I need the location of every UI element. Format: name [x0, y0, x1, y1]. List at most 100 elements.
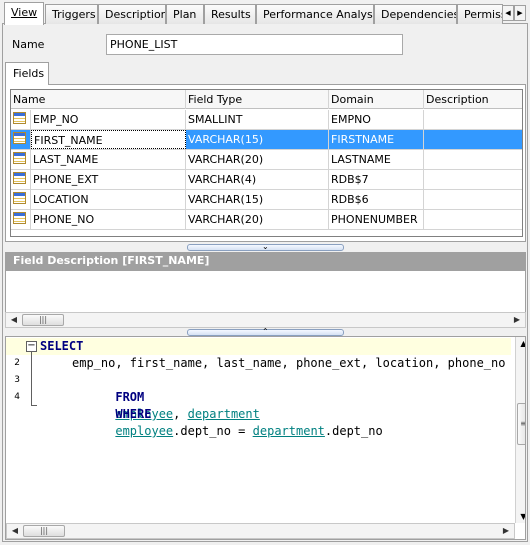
code-line[interactable]: 3 FROM employee, department — [6, 372, 511, 421]
cell-name[interactable]: FIRST_NAME — [31, 130, 186, 149]
tab-results[interactable]: Results — [204, 4, 256, 24]
cell-name[interactable]: PHONE_NO — [31, 210, 186, 229]
cell-domain[interactable]: RDB$7 — [329, 170, 424, 189]
tab-bar: View Triggers Description Plan Results P… — [2, 2, 528, 25]
scroll-thumb[interactable]: ||| — [22, 314, 64, 326]
cell-description[interactable] — [424, 150, 522, 169]
table-row[interactable]: LOCATION VARCHAR(15) RDB$6 — [11, 190, 522, 210]
tab-plan[interactable]: Plan — [166, 4, 204, 24]
row-icon-cell — [11, 150, 31, 169]
name-label-text: Name — [12, 38, 45, 51]
cell-name[interactable]: LOCATION — [31, 190, 186, 209]
tab-performance-analysis-label: Performance Analysis — [263, 8, 374, 21]
editor-splitter[interactable]: ⌃ — [187, 327, 344, 336]
tab-permissions[interactable]: Permiss — [457, 4, 503, 24]
cell-domain[interactable]: RDB$6 — [329, 190, 424, 209]
column-header-field-type-label: Field Type — [188, 93, 243, 106]
cell-domain[interactable]: EMPNO — [329, 110, 424, 129]
column-header-domain[interactable]: Domain — [329, 90, 424, 109]
sql-editor[interactable]: − SELECT 2 emp_no, first_name, last_name… — [5, 336, 526, 540]
tab-triggers[interactable]: Triggers — [45, 4, 98, 24]
column-header-description-label: Description — [426, 93, 489, 106]
cell-field-type[interactable]: VARCHAR(15) — [186, 190, 329, 209]
description-horizontal-scrollbar[interactable]: ◀ ||| ▶ — [5, 312, 526, 328]
cell-field-type[interactable]: SMALLINT — [186, 110, 329, 129]
where-employee-link[interactable]: employee — [115, 424, 173, 438]
cell-field-type[interactable]: VARCHAR(15) — [186, 130, 329, 149]
code-line[interactable]: 2 emp_no, first_name, last_name, phone_e… — [6, 355, 511, 372]
cell-description[interactable] — [424, 210, 522, 229]
row-icon-cell — [11, 190, 31, 209]
editor-horizontal-scrollbar[interactable]: ◀ ||| ▶ — [6, 523, 515, 539]
tab-performance-analysis[interactable]: Performance Analysis — [256, 4, 374, 24]
code-line[interactable]: 4 WHERE employee.dept_no = department.de… — [6, 389, 511, 438]
editor-vertical-scrollbar[interactable]: ▲ ≡ ▼ — [515, 337, 525, 523]
table-row[interactable]: LAST_NAME VARCHAR(20) LASTNAME — [11, 150, 522, 170]
table-field-icon — [13, 192, 26, 204]
cell-field-type[interactable]: VARCHAR(4) — [186, 170, 329, 189]
scroll-left-icon[interactable]: ◀ — [7, 314, 21, 326]
cell-domain[interactable]: PHONENUMBER — [329, 210, 424, 229]
cell-name[interactable]: PHONE_EXT — [31, 170, 186, 189]
row-icon-cell — [11, 170, 31, 189]
column-header-name-label: Name — [13, 93, 46, 106]
tab-scroll-left-button[interactable]: ◀ — [502, 5, 514, 21]
tab-view[interactable]: View — [4, 2, 44, 25]
where-left-column: .dept_no = — [173, 424, 253, 438]
tab-scroll-right-button[interactable]: ▶ — [514, 5, 526, 21]
cell-description[interactable] — [424, 190, 522, 209]
table-row[interactable]: PHONE_EXT VARCHAR(4) RDB$7 — [11, 170, 522, 190]
row-icon-cell — [11, 130, 31, 149]
tab-triggers-label: Triggers — [52, 8, 96, 21]
cell-description[interactable] — [424, 170, 522, 189]
cell-name[interactable]: LAST_NAME — [31, 150, 186, 169]
fields-grid: Name Field Type Domain Description EMP_N… — [10, 89, 523, 237]
cell-domain[interactable]: LASTNAME — [329, 150, 424, 169]
field-description-text[interactable] — [5, 271, 526, 312]
cell-name[interactable]: EMP_NO — [31, 110, 186, 129]
tab-dependencies-label: Dependencies — [381, 8, 457, 21]
table-row[interactable]: EMP_NO SMALLINT EMPNO — [11, 110, 522, 130]
scroll-right-icon[interactable]: ▶ — [510, 314, 524, 326]
cell-description[interactable] — [424, 130, 522, 149]
scroll-down-icon[interactable]: ▼ — [517, 512, 525, 521]
code-line[interactable]: − SELECT — [6, 338, 511, 355]
scroll-thumb[interactable]: ||| — [23, 525, 65, 537]
scroll-up-icon[interactable]: ▲ — [517, 339, 525, 348]
table-row[interactable]: PHONE_NO VARCHAR(20) PHONENUMBER — [11, 210, 522, 230]
scroll-right-icon[interactable]: ▶ — [499, 525, 513, 537]
column-header-name[interactable]: Name — [11, 90, 186, 109]
where-right-column: .dept_no — [324, 424, 383, 438]
column-header-field-type[interactable]: Field Type — [186, 90, 329, 109]
cell-domain[interactable]: FIRSTNAME — [329, 130, 424, 149]
table-field-icon — [13, 172, 26, 184]
fields-panel: Name Field Type Domain Description EMP_N… — [5, 84, 526, 242]
cell-field-type[interactable]: VARCHAR(20) — [186, 210, 329, 229]
tab-dependencies[interactable]: Dependencies — [374, 4, 457, 24]
grid-splitter[interactable]: ⌄ — [187, 242, 344, 251]
table-row[interactable]: FIRST_NAME VARCHAR(15) FIRSTNAME — [11, 130, 522, 150]
table-field-icon — [13, 212, 26, 224]
grid-header: Name Field Type Domain Description — [11, 90, 522, 109]
line-number: 4 — [14, 392, 20, 402]
where-department-link[interactable]: department — [253, 424, 325, 438]
tab-fields[interactable]: Fields — [5, 62, 49, 85]
cell-description[interactable] — [424, 110, 522, 129]
name-input[interactable] — [106, 34, 403, 55]
name-label: Name — [12, 38, 44, 51]
fold-guide-line — [31, 352, 32, 406]
column-header-description[interactable]: Description — [424, 90, 522, 109]
select-columns: emp_no, first_name, last_name, phone_ext… — [72, 356, 506, 370]
tab-view-label: View — [11, 6, 38, 19]
keyword-select: SELECT — [40, 339, 84, 353]
line-number: 2 — [14, 358, 20, 368]
field-description-header: Field Description [FIRST_NAME] — [5, 252, 526, 271]
table-field-icon — [13, 152, 26, 164]
tab-description[interactable]: Description — [98, 4, 166, 24]
cell-field-type[interactable]: VARCHAR(20) — [186, 150, 329, 169]
scroll-left-icon[interactable]: ◀ — [8, 525, 22, 537]
tab-fields-label: Fields — [13, 67, 45, 80]
collapse-icon[interactable]: − — [26, 341, 37, 352]
scroll-thumb[interactable]: ≡ — [517, 403, 525, 445]
row-icon-cell — [11, 210, 31, 229]
